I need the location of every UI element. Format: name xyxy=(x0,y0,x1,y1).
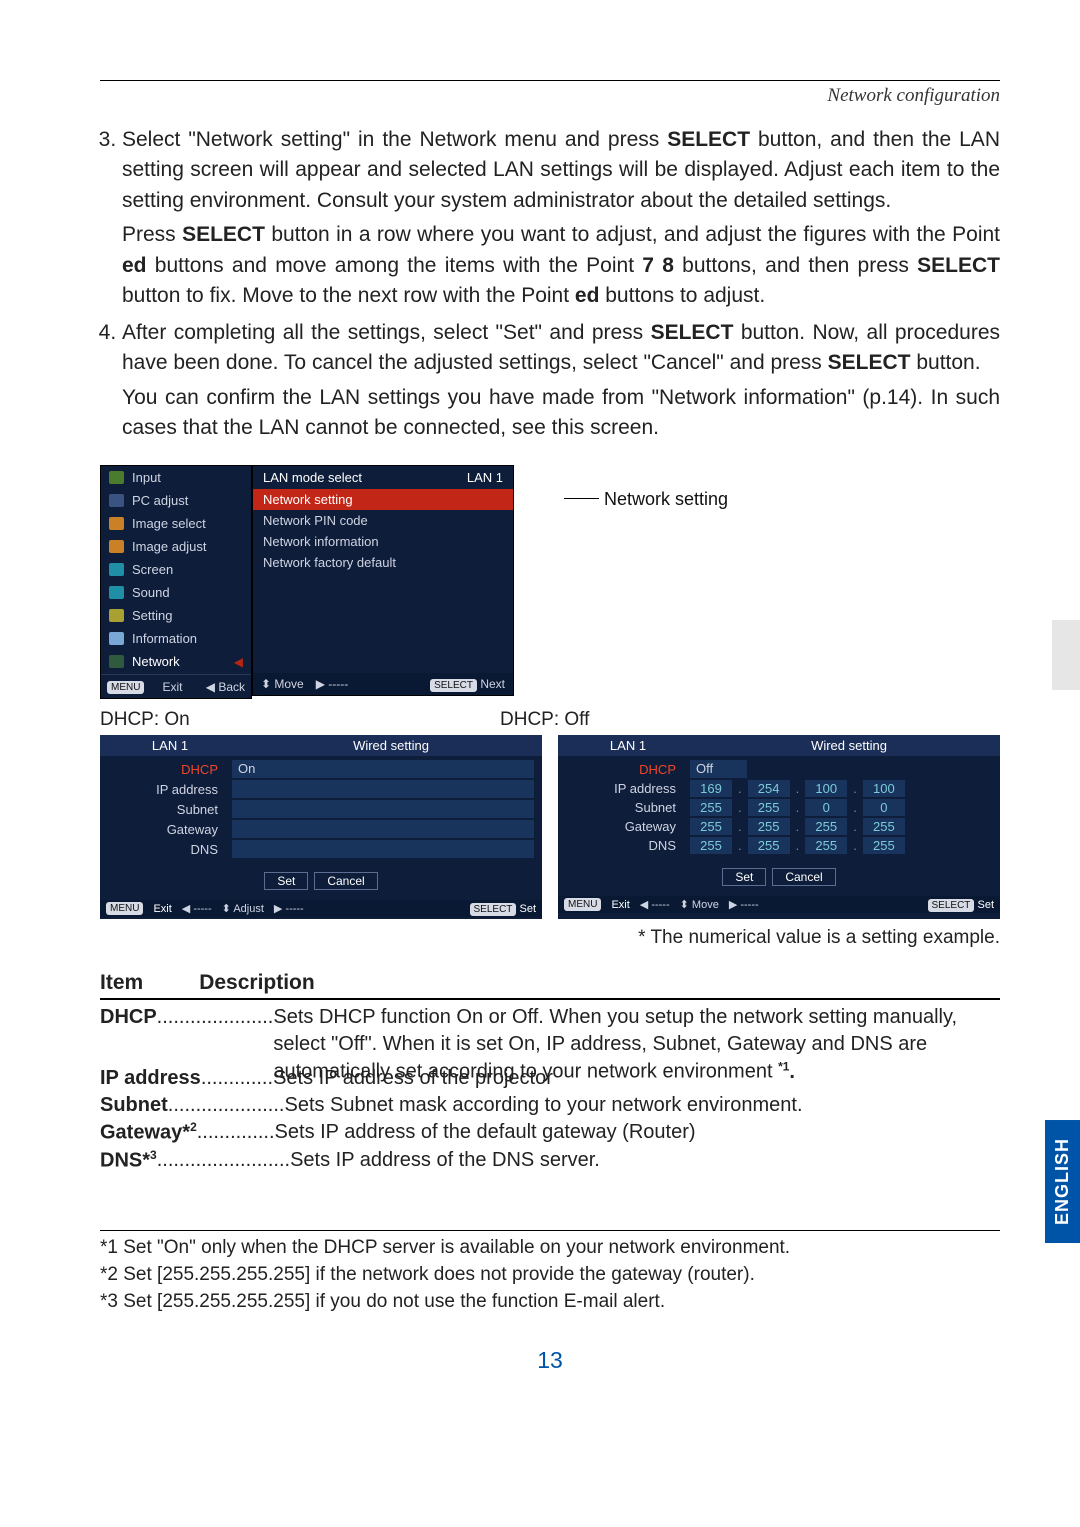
dhcp-off-label: DHCP: Off xyxy=(500,709,589,731)
osd-network-menu: Input PC adjust Image select Image adjus… xyxy=(100,465,1000,699)
osd-submenu: LAN mode select LAN 1 Network setting Ne… xyxy=(252,465,514,696)
page-tab-grey xyxy=(1052,620,1080,690)
section-header: Network configuration xyxy=(100,85,1000,107)
callout-label: Network setting xyxy=(564,489,728,510)
dhcp-off-panel: LAN 1 Wired setting DHCPOff IP address 1… xyxy=(558,735,1000,919)
dhcp-on-panel: LAN 1 Wired setting DHCPOn IP address Su… xyxy=(100,735,542,919)
language-tab: ENGLISH xyxy=(1045,1120,1080,1243)
menu-pill: MENU xyxy=(107,681,144,694)
cancel-button[interactable]: Cancel xyxy=(314,872,377,890)
instruction-4: After completing all the settings, selec… xyxy=(122,318,1000,444)
cancel-button[interactable]: Cancel xyxy=(772,868,835,886)
numeric-note: * The numerical value is a setting examp… xyxy=(100,927,1000,949)
header-rule xyxy=(100,80,1000,81)
osd-main-menu: Input PC adjust Image select Image adjus… xyxy=(100,465,252,699)
instruction-list: Select "Network setting" in the Network … xyxy=(100,125,1000,443)
set-button[interactable]: Set xyxy=(264,872,308,890)
dhcp-on-label: DHCP: On xyxy=(100,709,500,731)
page-number: 13 xyxy=(100,1347,1000,1374)
document-page: ENGLISH Network configuration Select "Ne… xyxy=(0,0,1080,1520)
item-description-block: DHCP..................... Sets DHCP func… xyxy=(100,1004,1000,1174)
instruction-3: Select "Network setting" in the Network … xyxy=(122,125,1000,312)
set-button[interactable]: Set xyxy=(722,868,766,886)
footnotes: *1 Set "On" only when the DHCP server is… xyxy=(100,1230,1000,1315)
table-header: Item Description xyxy=(100,971,1000,1000)
